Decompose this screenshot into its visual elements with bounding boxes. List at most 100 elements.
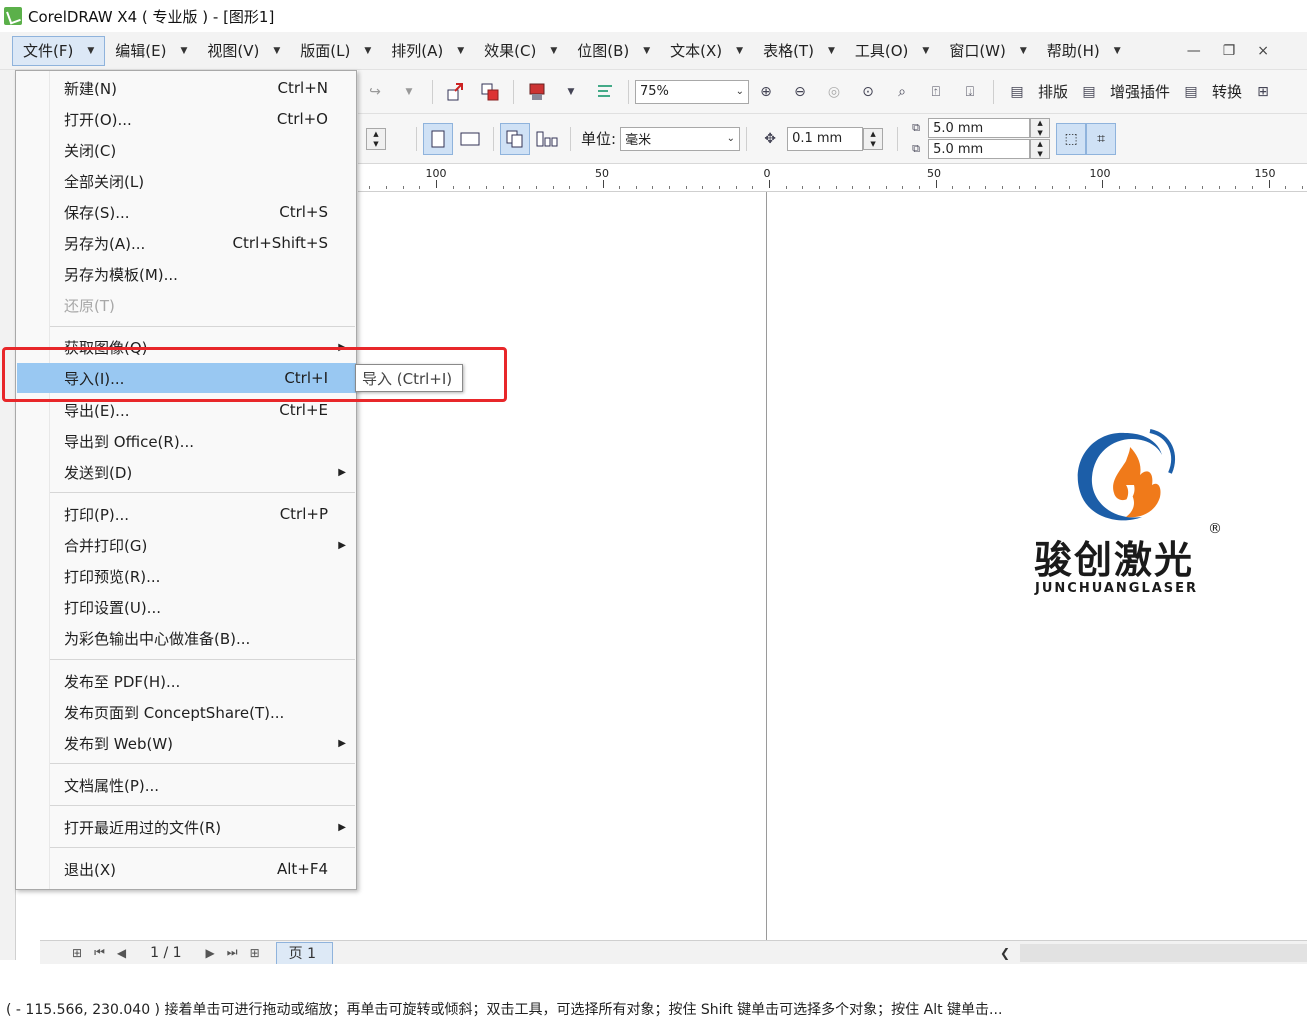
welcome-screen-icon[interactable] [594, 81, 616, 103]
menu-item-export-to-office[interactable]: 导出到 Office(R)... [17, 426, 356, 456]
zoom-page-height-icon[interactable]: ⍗ [959, 81, 981, 103]
menu-item-send-to[interactable]: 发送到(D) ▶ [17, 457, 356, 487]
menu-item-label: 发布页面到 ConceptShare(T)... [64, 703, 285, 722]
zoom-page-icon[interactable]: ⌕ [891, 81, 913, 103]
duplicate-distance-y-field[interactable]: 5.0 mm [928, 139, 1031, 159]
draw-bounding-box-button[interactable]: ⌗ [1086, 122, 1117, 155]
zoom-level-combo[interactable]: 75% ⌄ [635, 79, 749, 104]
menu-item-label: 新建(N) [64, 79, 117, 98]
menu-item-prepare-for-service-bureau[interactable]: 为彩色输出中心做准备(B)... [17, 623, 356, 653]
menu-tools[interactable]: 工具(O) ▼ [845, 36, 939, 66]
menu-item-document-properties[interactable]: 文档属性(P)... [17, 770, 356, 800]
ruler-tick [835, 186, 837, 189]
restore-button[interactable]: ❐ [1223, 43, 1236, 59]
menu-item-save[interactable]: 保存(S)... Ctrl+S [17, 197, 356, 227]
horizontal-ruler[interactable]: 100 50 0 50 100 150 [358, 164, 1307, 192]
menu-item-acquire-image[interactable]: 获取图像(Q) ▶ [17, 332, 356, 362]
menu-bitmaps[interactable]: 位图(B) ▼ [567, 36, 660, 66]
nudge-distance-field[interactable]: 0.1 mm [787, 126, 864, 151]
menu-item-print-preview[interactable]: 打印预览(R)... [17, 561, 356, 591]
previous-page-icon[interactable]: ◀ [117, 946, 126, 960]
current-page-button[interactable] [536, 128, 558, 150]
enhance-plugin-label[interactable]: 增强插件 [1110, 81, 1170, 102]
menu-edit[interactable]: 编辑(E) ▼ [105, 36, 197, 66]
menu-item-close-all[interactable]: 全部关闭(L) [17, 166, 356, 196]
horizontal-scrollbar[interactable]: ❮ [988, 941, 1307, 964]
menu-file[interactable]: 文件(F) ▼ [12, 35, 106, 66]
menu-item-exit[interactable]: 退出(X) Alt+F4 [17, 854, 356, 884]
grid-icon[interactable]: ⊞ [1252, 81, 1274, 103]
zoom-all-objects-icon[interactable]: ⊙ [857, 81, 879, 103]
add-page-after-icon[interactable]: ⊞ [250, 946, 260, 960]
menu-effects[interactable]: 效果(C) ▼ [474, 36, 567, 66]
zoom-page-width-icon[interactable]: ⍐ [925, 81, 947, 103]
menu-item-import[interactable]: 导入(I)... Ctrl+I [17, 363, 356, 393]
company-logo[interactable]: 骏创激光 ® JUNCHUANGLASER [1030, 425, 1230, 600]
page-tab-1[interactable]: 页 1 [275, 941, 334, 964]
duplicate-y-spinner[interactable]: ▲ ▼ [1030, 139, 1051, 159]
convert-plugin-icon[interactable]: ▤ [1180, 81, 1202, 103]
menu-view[interactable]: 视图(V) ▼ [197, 36, 290, 66]
chevron-down-icon[interactable]: ▼ [398, 81, 420, 103]
page-size-spinner[interactable]: ▲ ▼ [366, 127, 386, 150]
treat-as-filled-button[interactable]: ⬚ [1056, 122, 1087, 155]
coreldraw-app-icon [4, 7, 22, 25]
import-tooltip: 导入 (Ctrl+I) [355, 364, 463, 392]
add-page-before-icon[interactable]: ⊞ [72, 946, 82, 960]
menu-arrange[interactable]: 排列(A) ▼ [381, 36, 474, 66]
menu-item-save-as[interactable]: 另存为(A)... Ctrl+Shift+S [17, 228, 356, 258]
zoom-selected-icon[interactable]: ◎ [823, 81, 845, 103]
menu-item-open-recent[interactable]: 打开最近用过的文件(R) ▶ [17, 812, 356, 842]
duplicate-x-spinner[interactable]: ▲ ▼ [1030, 118, 1051, 138]
zoom-in-icon[interactable]: ⊕ [755, 81, 777, 103]
application-launcher-icon[interactable] [526, 81, 548, 103]
menu-item-close[interactable]: 关闭(C) [17, 135, 356, 165]
portrait-button[interactable] [423, 122, 453, 155]
import-icon[interactable] [445, 81, 467, 103]
enhance-plugin-icon[interactable]: ▤ [1078, 81, 1100, 103]
menu-item-print[interactable]: 打印(P)... Ctrl+P [17, 499, 356, 529]
unit-select[interactable]: 毫米 ⌄ [620, 126, 741, 151]
menu-item-new[interactable]: 新建(N) Ctrl+N [17, 73, 356, 103]
menu-file-label: 文件(F) [23, 42, 74, 60]
menu-item-publish-to-web[interactable]: 发布到 Web(W) ▶ [17, 728, 356, 758]
scroll-left-icon[interactable]: ❮ [1000, 946, 1010, 960]
convert-plugin-label[interactable]: 转换 [1212, 81, 1242, 102]
standard-toolbar: ↪ ▼ ▼ 75% ⌄ ⊕ ⊖ ◎ ⊙ ⌕ ⍐ ⍗ ▤ 排版 ▤ 增强插件 ▤ … [358, 70, 1307, 114]
ruler-label: 50 [927, 167, 941, 180]
menu-item-save-as-template[interactable]: 另存为模板(M)... [17, 259, 356, 289]
layout-plugin-label[interactable]: 排版 [1038, 81, 1068, 102]
landscape-button[interactable] [459, 128, 481, 150]
nudge-distance-spinner[interactable]: ▲ ▼ [863, 127, 884, 150]
ruler-label: 50 [595, 167, 609, 180]
minimize-button[interactable]: — [1187, 43, 1201, 59]
scroll-track[interactable] [1020, 943, 1307, 962]
close-button[interactable]: × [1257, 43, 1269, 59]
first-page-icon[interactable]: ⏮ [94, 945, 105, 960]
separator [570, 126, 571, 151]
menu-table[interactable]: 表格(T) ▼ [753, 36, 845, 66]
menu-item-label: 另存为模板(M)... [64, 265, 178, 284]
export-icon[interactable] [479, 81, 501, 103]
menu-item-publish-to-pdf[interactable]: 发布至 PDF(H)... [17, 666, 356, 696]
menu-item-open[interactable]: 打开(O)... Ctrl+O [17, 104, 356, 134]
menu-layout[interactable]: 版面(L) ▼ [290, 36, 381, 66]
menu-window[interactable]: 窗口(W) ▼ [939, 36, 1036, 66]
menu-item-print-merge[interactable]: 合并打印(G) ▶ [17, 530, 356, 560]
menu-item-print-setup[interactable]: 打印设置(U)... [17, 592, 356, 622]
last-page-icon[interactable]: ⏭ [227, 945, 238, 960]
ruler-tick [918, 186, 920, 189]
layout-plugin-icon[interactable]: ▤ [1006, 81, 1028, 103]
next-page-icon[interactable]: ▶ [206, 946, 215, 960]
ruler-tick [485, 186, 487, 189]
chevron-down-icon[interactable]: ▼ [560, 81, 582, 103]
redo-icon[interactable]: ↪ [364, 81, 386, 103]
menu-item-publish-to-conceptshare[interactable]: 发布页面到 ConceptShare(T)... [17, 697, 356, 727]
all-pages-button[interactable] [500, 122, 530, 155]
ruler-tick [719, 186, 721, 189]
menu-help[interactable]: 帮助(H) ▼ [1037, 36, 1131, 66]
menu-text[interactable]: 文本(X) ▼ [660, 36, 753, 66]
zoom-out-icon[interactable]: ⊖ [789, 81, 811, 103]
duplicate-distance-x-field[interactable]: 5.0 mm [928, 118, 1031, 138]
menu-item-export[interactable]: 导出(E)... Ctrl+E [17, 395, 356, 425]
